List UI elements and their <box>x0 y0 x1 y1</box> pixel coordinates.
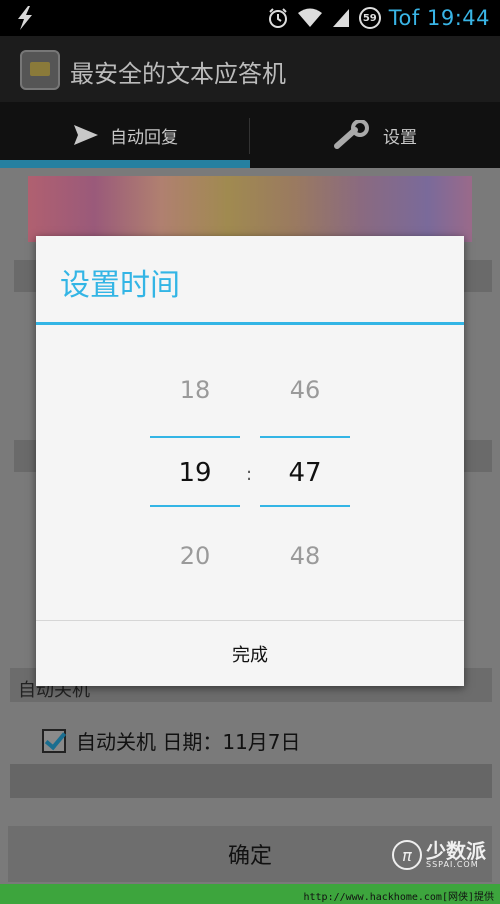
watermark-en: SSPAI.COM <box>426 860 479 869</box>
send-icon <box>74 125 98 145</box>
tab-auto-reply[interactable]: 自动回复 <box>0 102 250 168</box>
tab-indicator <box>0 160 250 168</box>
minute-prev[interactable]: 46 <box>260 376 350 404</box>
ad-banner[interactable] <box>28 176 472 242</box>
tab-auto-reply-label: 自动回复 <box>110 127 178 148</box>
wrench-icon <box>334 120 369 149</box>
tab-bar: 自动回复 设置 <box>0 102 500 168</box>
setting-row[interactable] <box>10 764 492 798</box>
hour-current[interactable]: 19 <box>150 458 240 488</box>
wifi-icon <box>297 8 322 27</box>
signal-icon <box>332 9 349 27</box>
action-bar: 最安全的文本应答机 <box>0 36 500 102</box>
minute-selection-line <box>260 436 350 438</box>
alarm-icon <box>268 8 287 28</box>
battery-icon: 59 <box>358 7 381 29</box>
dialog-title: 设置时间 <box>60 268 180 303</box>
watermark: π 少数派 SSPAI.COM <box>392 840 486 870</box>
app-title: 最安全的文本应答机 <box>70 60 286 88</box>
minute-selection-line <box>260 505 350 507</box>
tab-settings-label: 设置 <box>383 127 417 148</box>
minute-current[interactable]: 47 <box>260 458 350 488</box>
time-separator: : <box>246 464 253 485</box>
footer-text: http://www.hackhome.com[网侠]提供 <box>303 892 494 903</box>
watermark-logo-icon: π <box>392 840 422 870</box>
watermark-cn: 少数派 <box>426 839 486 863</box>
auto-off-checkbox[interactable] <box>42 728 66 753</box>
status-bar-right: 59 Tof 19:44 <box>267 4 490 32</box>
hour-prev[interactable]: 18 <box>150 376 240 404</box>
auto-off-checkbox-label: 自动关机 日期：11月7日 <box>76 730 301 754</box>
auto-off-option[interactable]: 自动关机 日期：11月7日 <box>42 726 301 755</box>
bolt-icon <box>18 6 32 30</box>
hour-selection-line <box>150 505 240 507</box>
time-picker-dialog: 设置时间 18 19 20 : 46 47 48 完成 <box>36 236 464 686</box>
dialog-title-divider <box>36 322 464 325</box>
app-icon[interactable] <box>20 50 60 90</box>
hour-selection-line <box>150 436 240 438</box>
tab-settings[interactable]: 设置 <box>250 102 500 168</box>
status-time: Tof 19:44 <box>388 6 490 30</box>
hour-next[interactable]: 20 <box>150 542 240 570</box>
done-button[interactable]: 完成 <box>36 621 464 686</box>
minute-next[interactable]: 48 <box>260 542 350 570</box>
status-bar: 59 Tof 19:44 <box>0 0 500 36</box>
